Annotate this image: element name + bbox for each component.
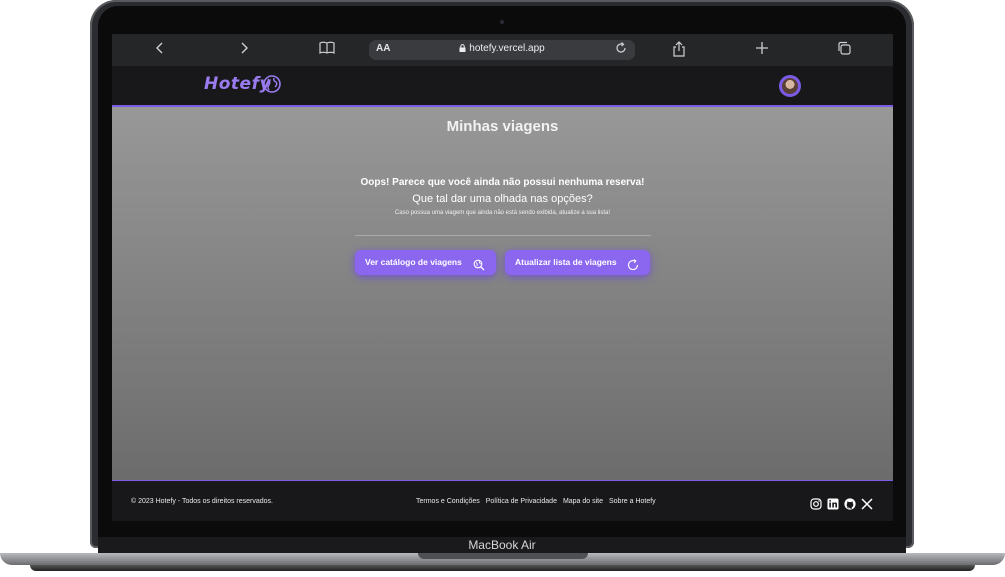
instagram-icon[interactable] xyxy=(810,495,822,510)
empty-state-title: Oops! Parece que você ainda não possui n… xyxy=(360,177,645,188)
footer-link-about[interactable]: Sobre a Hotefy xyxy=(609,498,656,505)
chevron-left-icon[interactable] xyxy=(152,40,168,60)
logo-text[interactable]: Hotefy xyxy=(204,74,271,94)
share-icon[interactable] xyxy=(671,40,687,60)
page-title: Minhas viagens xyxy=(446,118,559,135)
lock-icon xyxy=(459,44,466,52)
divider xyxy=(355,235,651,236)
camera-dot xyxy=(500,20,504,24)
x-icon[interactable] xyxy=(861,495,873,510)
tabs-icon[interactable] xyxy=(836,40,852,60)
view-catalog-label: Ver catálogo de viagens xyxy=(365,257,462,267)
copyright-text: © 2023 Hotefy - Todos os direitos reserv… xyxy=(131,498,273,505)
footer-link-privacy[interactable]: Política de Privacidade xyxy=(486,498,557,505)
plus-icon[interactable] xyxy=(754,40,770,60)
empty-state-subtitle: Que tal dar uma olhada nas opções? xyxy=(412,193,593,205)
address-bar[interactable]: AA hotefy.vercel.app xyxy=(369,40,635,60)
site-footer: © 2023 Hotefy - Todos os direitos reserv… xyxy=(112,480,893,521)
device-label: MacBook Air xyxy=(468,538,536,552)
github-icon[interactable] xyxy=(844,495,856,510)
footer-links: Termos e Condições Política de Privacida… xyxy=(416,498,660,505)
linkedin-icon[interactable] xyxy=(827,495,839,510)
screen: AA hotefy.vercel.app Hotefy Minhas viage… xyxy=(112,34,893,521)
base-notch xyxy=(418,553,588,559)
base-shadow xyxy=(30,565,975,571)
browser-toolbar: AA hotefy.vercel.app xyxy=(112,34,893,66)
laptop-base xyxy=(0,553,1005,577)
app-header: Hotefy xyxy=(112,66,893,107)
search-globe-icon xyxy=(473,256,485,271)
main-content: Minhas viagens Oops! Parece que você ain… xyxy=(112,107,893,480)
refresh-trips-button[interactable]: Atualizar lista de viagens xyxy=(505,250,650,275)
bezel-bottom: MacBook Air xyxy=(98,537,906,554)
footer-link-sitemap[interactable]: Mapa do site xyxy=(563,498,603,505)
refresh-icon xyxy=(627,256,639,271)
book-icon[interactable] xyxy=(317,40,337,60)
url-text: hotefy.vercel.app xyxy=(469,43,545,54)
footer-link-terms[interactable]: Termos e Condições xyxy=(416,498,480,505)
view-catalog-button[interactable]: Ver catálogo de viagens xyxy=(355,250,496,275)
chevron-right-icon[interactable] xyxy=(236,40,252,60)
globe-icon[interactable] xyxy=(262,74,282,94)
avatar[interactable] xyxy=(779,75,801,97)
refresh-trips-label: Atualizar lista de viagens xyxy=(515,257,617,267)
url-display[interactable]: hotefy.vercel.app xyxy=(369,43,635,54)
avatar-photo xyxy=(782,78,798,94)
reload-icon[interactable] xyxy=(615,41,627,59)
empty-state-note: Caso possua uma viagem que ainda não est… xyxy=(394,210,611,216)
